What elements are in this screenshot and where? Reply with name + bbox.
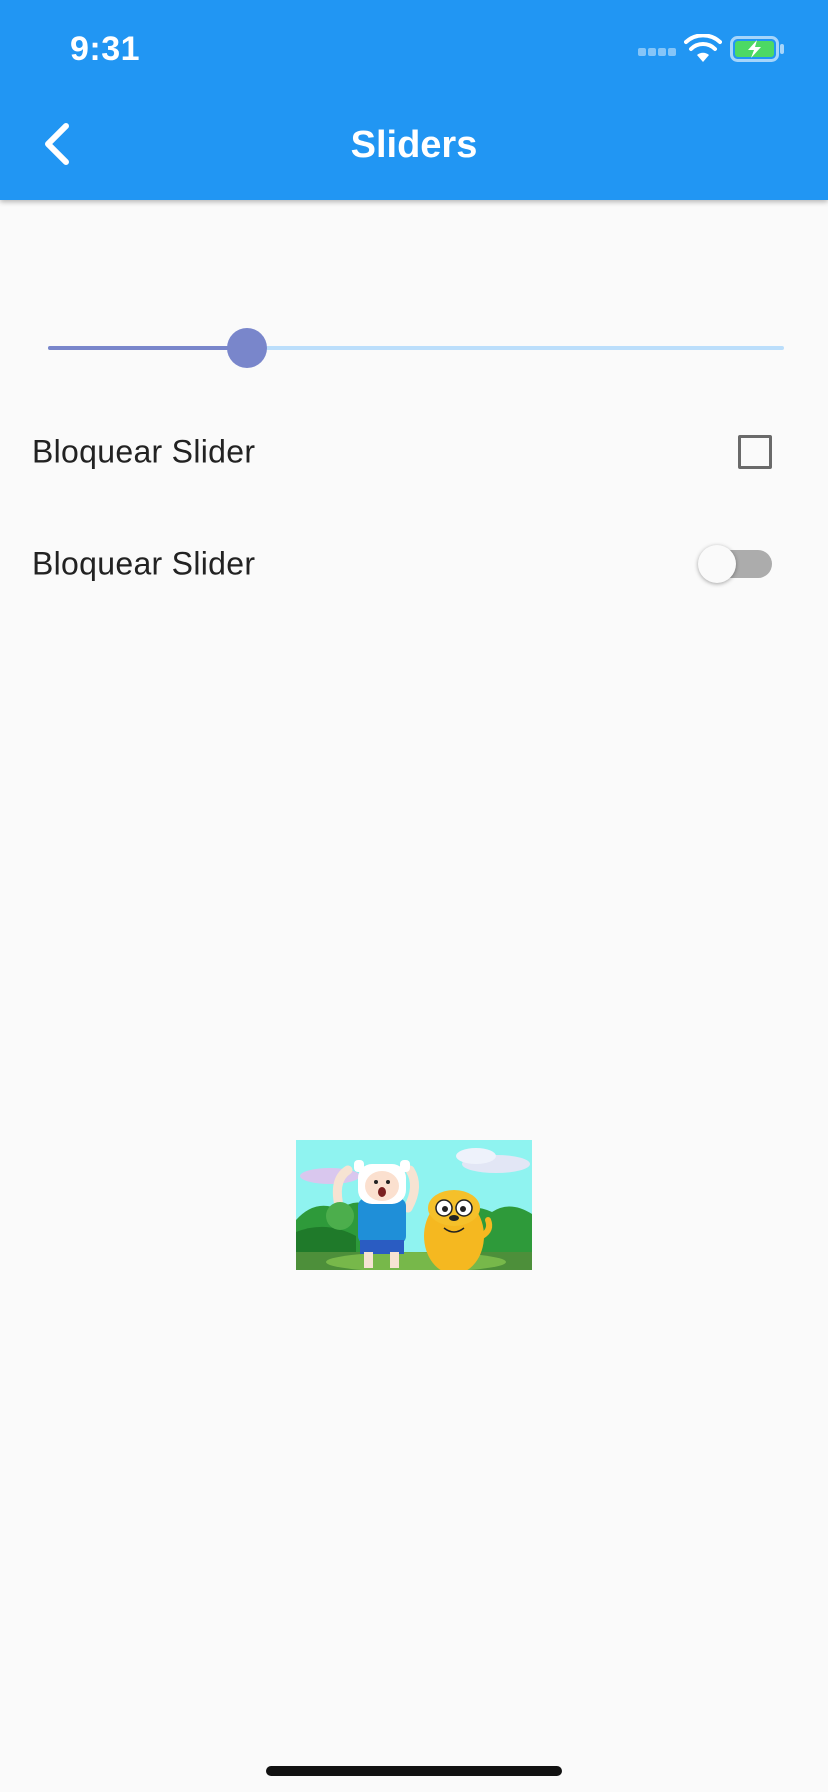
page-title: Sliders	[350, 124, 478, 166]
lock-slider-switch-label: Bloquear Slider	[32, 545, 256, 582]
wifi-icon	[684, 34, 722, 62]
status-icons	[638, 34, 798, 64]
lock-slider-switch-row[interactable]: Bloquear Slider	[0, 514, 828, 614]
lock-slider-checkbox[interactable]	[738, 435, 772, 469]
cartoon-image	[296, 1140, 532, 1270]
battery-charging-icon	[730, 36, 784, 62]
cellular-signal-icon	[638, 48, 678, 56]
home-indicator[interactable]	[266, 1766, 562, 1776]
lock-slider-checkbox-label: Bloquear Slider	[32, 433, 256, 470]
status-time: 9:31	[70, 30, 141, 68]
app-bar: 9:31 Sliders	[0, 0, 828, 200]
slider-thumb[interactable]	[226, 328, 267, 368]
lock-slider-switch[interactable]	[694, 541, 776, 587]
value-slider[interactable]	[44, 320, 784, 376]
lock-slider-checkbox-row[interactable]: Bloquear Slider	[0, 402, 828, 502]
switch-thumb	[698, 545, 736, 583]
slider-active-track	[48, 346, 247, 350]
